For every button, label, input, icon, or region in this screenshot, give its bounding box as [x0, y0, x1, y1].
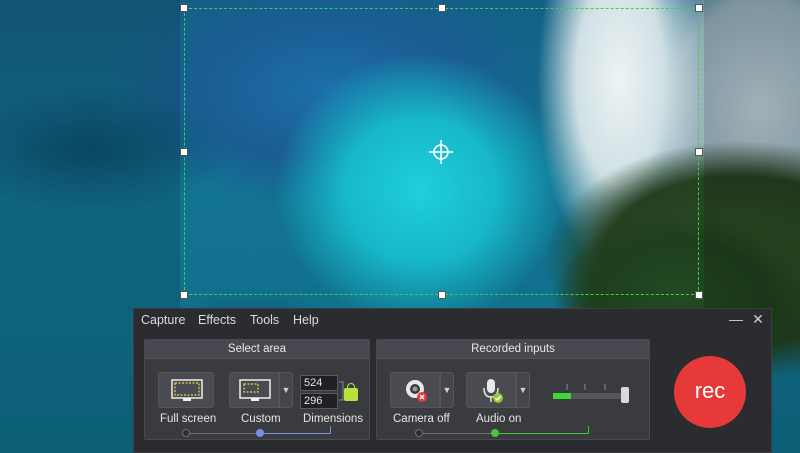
resize-handle-bottom-left[interactable]: [180, 291, 188, 299]
resize-handle-bottom[interactable]: [438, 291, 446, 299]
area-slider-end-tick: [330, 426, 331, 434]
full-screen-button[interactable]: [158, 372, 214, 408]
resize-handle-top-right[interactable]: [695, 4, 703, 12]
custom-area-dropdown[interactable]: ▼: [279, 372, 293, 408]
menu-effects[interactable]: Effects: [198, 313, 236, 327]
menu-help[interactable]: Help: [293, 313, 319, 327]
camera-dropdown[interactable]: ▼: [440, 372, 454, 408]
audio-on-label: Audio on: [476, 413, 522, 425]
monitor-custom-icon: [239, 379, 271, 401]
close-button[interactable]: ✕: [750, 311, 766, 327]
minimize-button[interactable]: —: [728, 311, 744, 327]
menu-tools[interactable]: Tools: [250, 313, 279, 327]
chevron-down-icon: ▼: [442, 385, 452, 395]
recorded-inputs-section: Recorded inputs ▼ Camera off ▼ Audio on: [376, 339, 650, 440]
record-button[interactable]: rec: [674, 356, 746, 428]
height-input[interactable]: 296: [300, 393, 338, 409]
move-crosshair-icon[interactable]: [428, 139, 454, 165]
area-slider-start-knob[interactable]: [182, 429, 190, 437]
full-screen-label: Full screen: [160, 413, 217, 425]
audio-level-fill: [553, 393, 571, 399]
area-slider-track: [185, 433, 260, 434]
monitor-fullscreen-icon: [171, 379, 203, 401]
inputs-slider-active-track: [495, 433, 588, 434]
lock-icon[interactable]: [344, 383, 358, 401]
audio-level-meter[interactable]: [551, 376, 631, 406]
chevron-down-icon: ▼: [518, 385, 528, 395]
menu-bar: Capture Effects Tools Help — ✕: [134, 309, 771, 331]
chevron-down-icon: ▼: [281, 385, 291, 395]
custom-area-button[interactable]: [229, 372, 279, 408]
camera-off-label: Camera off: [393, 413, 450, 425]
width-input[interactable]: 524: [300, 375, 338, 391]
audio-volume-thumb[interactable]: [621, 387, 629, 403]
dimensions-label: Dimensions: [303, 413, 364, 425]
resize-handle-bottom-right[interactable]: [695, 291, 703, 299]
audio-toggle-button[interactable]: [466, 372, 516, 408]
inputs-slider-end-tick: [588, 426, 589, 434]
custom-label: Custom: [241, 413, 281, 425]
select-area-section: Select area Full screen ▼ Custom 524 296: [144, 339, 370, 440]
microphone-icon: [483, 379, 503, 403]
inputs-slider-start-knob[interactable]: [415, 429, 423, 437]
menu-capture[interactable]: Capture: [141, 313, 185, 327]
area-slider-knob[interactable]: [256, 429, 264, 437]
resize-handle-top-left[interactable]: [180, 4, 188, 12]
audio-dropdown[interactable]: ▼: [516, 372, 530, 408]
resize-handle-left[interactable]: [180, 148, 188, 156]
recorder-panel: Capture Effects Tools Help — ✕ Select ar…: [133, 308, 772, 453]
recorded-inputs-title: Recorded inputs: [377, 340, 649, 359]
resize-handle-right[interactable]: [695, 148, 703, 156]
inputs-slider-track: [419, 433, 495, 434]
area-slider-active-track: [260, 433, 330, 434]
webcam-icon: [406, 380, 427, 402]
resize-handle-top[interactable]: [438, 4, 446, 12]
camera-toggle-button[interactable]: [390, 372, 440, 408]
inputs-slider-knob[interactable]: [491, 429, 499, 437]
select-area-title: Select area: [145, 340, 369, 359]
